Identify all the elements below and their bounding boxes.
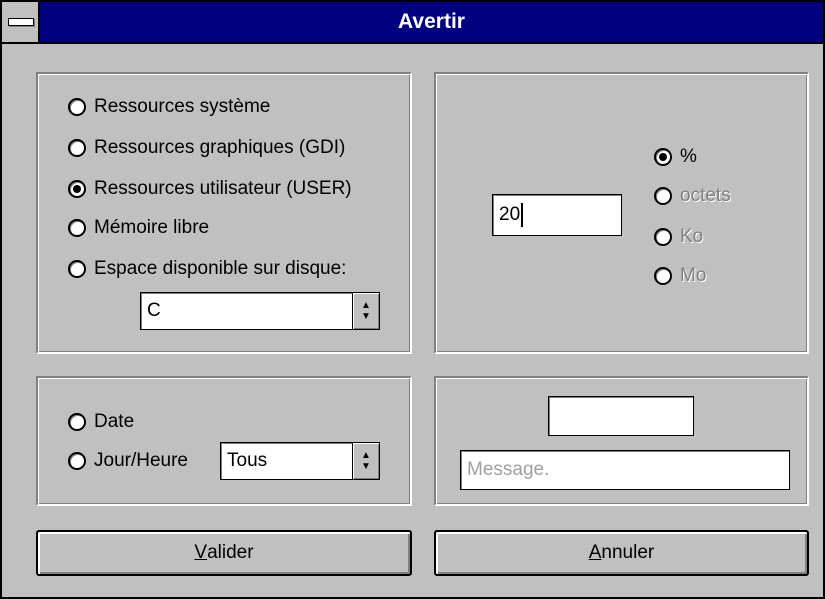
message-group: Message. bbox=[434, 376, 809, 506]
cancel-mnemonic: A bbox=[588, 542, 602, 563]
radio-circle[interactable] bbox=[68, 219, 86, 237]
message-input[interactable]: Message. bbox=[460, 450, 790, 490]
radio-circle[interactable] bbox=[654, 148, 672, 166]
text-caret bbox=[521, 203, 524, 227]
validate-mnemonic: V bbox=[194, 542, 208, 563]
radio-unit-ko[interactable]: Ko bbox=[654, 226, 703, 248]
radio-label: Ko bbox=[680, 226, 704, 247]
radio-label: Mémoire libre bbox=[94, 217, 210, 238]
radio-unit-mo[interactable]: Mo bbox=[654, 265, 706, 287]
radio-day-hour[interactable]: Jour/Heure bbox=[68, 450, 188, 472]
schedule-group: Date Jour/Heure Tous ▲ ▼ bbox=[36, 376, 412, 506]
day-hour-value: Tous bbox=[227, 450, 268, 471]
radio-label: Ressources graphiques (GDI) bbox=[94, 137, 346, 158]
message-placeholder: Message. bbox=[467, 459, 550, 480]
radio-circle[interactable] bbox=[68, 98, 86, 116]
radio-label: Espace disponible sur disque: bbox=[94, 258, 347, 279]
radio-label: Ressources système bbox=[94, 96, 271, 117]
radio-label: Date bbox=[94, 411, 135, 432]
title-bar[interactable]: Avertir bbox=[2, 2, 823, 44]
spin-arrows-icon[interactable]: ▲ ▼ bbox=[352, 293, 379, 329]
threshold-group: 20 % octets Ko Mo bbox=[434, 72, 809, 354]
radio-circle[interactable] bbox=[68, 413, 86, 431]
message-small-field[interactable] bbox=[548, 396, 694, 436]
radio-unit-percent[interactable]: % bbox=[654, 146, 697, 168]
radio-label: octets bbox=[680, 185, 731, 206]
radio-label: Ressources utilisateur (USER) bbox=[94, 178, 352, 199]
radio-circle[interactable] bbox=[68, 452, 86, 470]
radio-circle[interactable] bbox=[654, 228, 672, 246]
radio-disk-space[interactable]: Espace disponible sur disque: bbox=[68, 258, 346, 280]
system-menu-icon bbox=[8, 18, 34, 26]
resources-group: Ressources système Ressources graphiques… bbox=[36, 72, 412, 354]
radio-label: Mo bbox=[680, 265, 707, 286]
system-menu-button[interactable] bbox=[2, 2, 40, 42]
radio-circle[interactable] bbox=[68, 180, 86, 198]
radio-free-memory[interactable]: Mémoire libre bbox=[68, 217, 209, 239]
drive-combobox[interactable]: C ▲ ▼ bbox=[140, 292, 380, 330]
window-title: Avertir bbox=[398, 10, 465, 33]
radio-date[interactable]: Date bbox=[68, 411, 134, 433]
threshold-value: 20 bbox=[499, 204, 521, 225]
radio-user-resources[interactable]: Ressources utilisateur (USER) bbox=[68, 178, 352, 200]
radio-unit-octets[interactable]: octets bbox=[654, 185, 731, 207]
dialog-window: Avertir Ressources système Ressources gr… bbox=[0, 0, 825, 599]
radio-system-resources[interactable]: Ressources système bbox=[68, 96, 270, 118]
cancel-button[interactable]: Annuler bbox=[434, 530, 809, 576]
radio-label: % bbox=[680, 146, 697, 167]
spin-arrows-icon[interactable]: ▲ ▼ bbox=[352, 443, 379, 479]
radio-circle[interactable] bbox=[654, 267, 672, 285]
drive-value: C bbox=[147, 300, 161, 321]
radio-gdi-resources[interactable]: Ressources graphiques (GDI) bbox=[68, 137, 345, 159]
radio-circle[interactable] bbox=[68, 260, 86, 278]
radio-label: Jour/Heure bbox=[94, 450, 188, 471]
day-hour-combobox[interactable]: Tous ▲ ▼ bbox=[220, 442, 380, 480]
validate-button[interactable]: Valider bbox=[36, 530, 412, 576]
validate-label-rest: alider bbox=[207, 542, 254, 563]
cancel-label-rest: nnuler bbox=[601, 542, 655, 563]
radio-circle[interactable] bbox=[68, 139, 86, 157]
radio-circle[interactable] bbox=[654, 187, 672, 205]
threshold-input[interactable]: 20 bbox=[492, 194, 622, 236]
